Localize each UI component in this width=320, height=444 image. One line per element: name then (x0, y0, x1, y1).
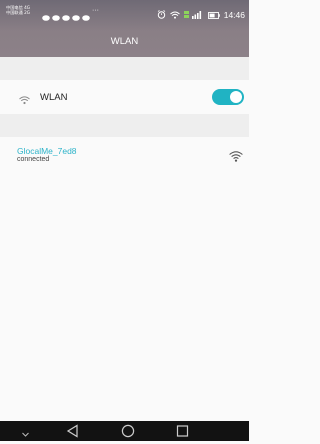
carrier-line-2: 中国联通 2G (6, 10, 30, 15)
chat-bubble-icon (72, 8, 80, 21)
network-status: connected (17, 156, 50, 163)
chat-bubble-icon (52, 8, 60, 21)
back-icon[interactable] (66, 424, 79, 443)
home-icon[interactable] (121, 424, 135, 443)
overflow-indicator: ··· (92, 7, 99, 14)
page-title: WLAN (110, 36, 139, 47)
recents-icon[interactable] (176, 424, 189, 443)
section-spacer (0, 57, 249, 80)
chat-bubble-icon (42, 8, 50, 21)
chat-bubble-icon (62, 8, 70, 21)
carrier-info: 中国电信 4G 中国联通 2G (6, 5, 30, 15)
navigation-bar (0, 421, 249, 441)
alarm-icon (157, 6, 166, 24)
wifi-status-icon (169, 6, 180, 24)
section-spacer (0, 114, 249, 137)
network-list-item[interactable]: GlocalMe_7ed8 connected (0, 137, 249, 169)
notification-icons: ··· (42, 7, 99, 21)
network-ssid: GlocalMe_7ed8 (17, 146, 77, 156)
wlan-toggle-switch[interactable] (212, 89, 244, 105)
chat-bubble-icon (82, 8, 90, 21)
wifi-icon (19, 92, 30, 110)
header: 中国电信 4G 中国联通 2G ··· 14:46 WLAN (0, 0, 249, 57)
signal-icon (183, 6, 204, 24)
chevron-down-icon[interactable] (21, 426, 30, 444)
wlan-label: WLAN (40, 92, 68, 103)
clock: 14:46 (223, 10, 245, 20)
status-indicators: 14:46 (157, 6, 245, 24)
wifi-signal-icon (229, 149, 243, 167)
status-bar: 中国电信 4G 中国联通 2G ··· 14:46 (0, 0, 249, 21)
toggle-knob (230, 91, 242, 103)
battery-icon (207, 6, 220, 24)
